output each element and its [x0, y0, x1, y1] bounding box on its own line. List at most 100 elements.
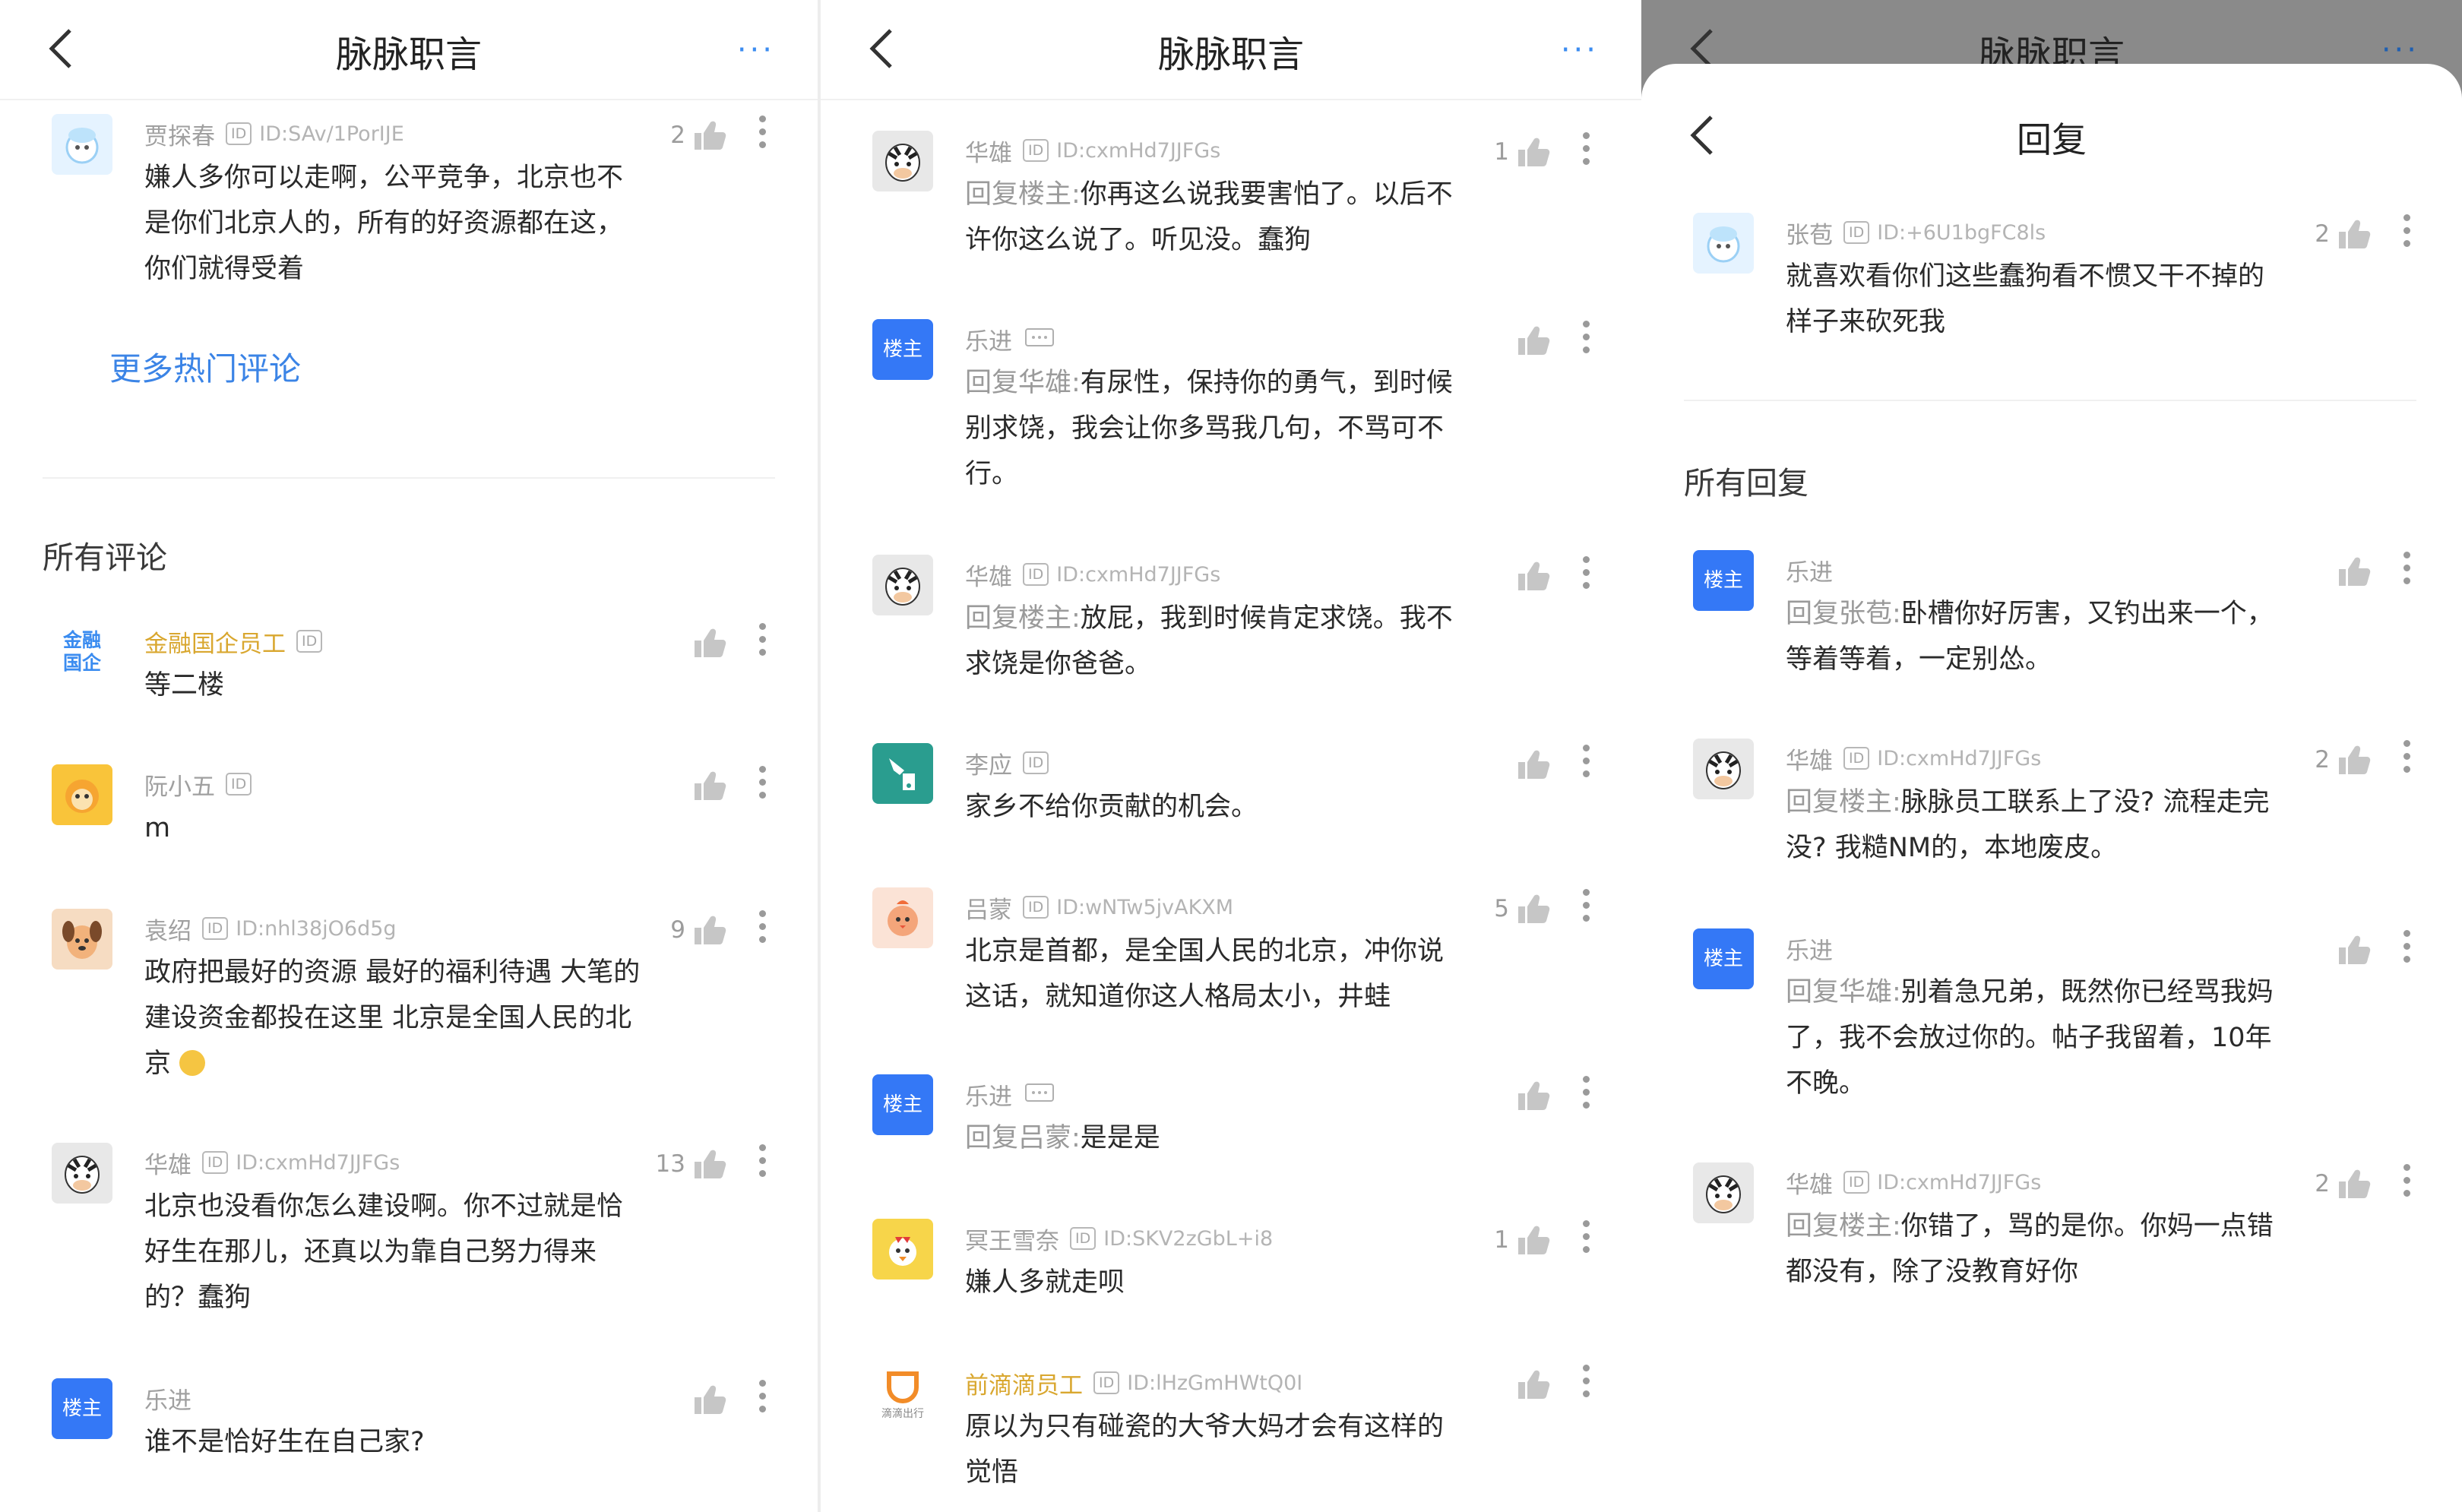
author-name[interactable]: 乐进	[965, 1077, 1012, 1112]
author-name[interactable]: 阮小五	[144, 767, 215, 802]
author-name[interactable]: 华雄	[1786, 742, 1833, 776]
more-dots-icon[interactable]	[757, 1144, 767, 1184]
like-count: 1	[1494, 138, 1509, 166]
avatar[interactable]	[1693, 739, 1754, 799]
author-name[interactable]: 乐进	[1786, 553, 1833, 587]
more-dots-icon[interactable]	[2401, 740, 2412, 780]
like-button[interactable]	[685, 622, 726, 664]
author-name[interactable]: 华雄	[965, 558, 1012, 592]
more-dots-icon[interactable]	[1581, 556, 1591, 596]
reply-to[interactable]: 回复华雄:	[965, 368, 1081, 398]
author-name[interactable]: 张苞	[1786, 216, 1833, 250]
like-button[interactable]: 1	[1494, 131, 1550, 173]
more-dots-icon[interactable]	[757, 766, 767, 805]
like-button[interactable]: 2	[2315, 213, 2371, 255]
more-dots-icon[interactable]	[1581, 745, 1591, 784]
thumbs-up-icon	[695, 1150, 726, 1178]
author-name[interactable]: 前滴滴员工	[965, 1366, 1083, 1400]
more-options-icon[interactable]: ···	[1561, 35, 1599, 65]
like-button[interactable]	[2330, 550, 2371, 593]
host-avatar[interactable]: 楼主	[1693, 550, 1754, 611]
more-dots-icon[interactable]	[1581, 889, 1591, 928]
like-button[interactable]	[1509, 743, 1550, 786]
avatar[interactable]	[1693, 213, 1754, 274]
comment-text: 北京是首都，是全国人民的北京，冲你说这话，就知道你这人格局太小，井蛙	[965, 936, 1445, 1012]
author-name[interactable]: 贾探春	[144, 117, 215, 151]
like-button[interactable]: 5	[1494, 887, 1550, 930]
reply-to[interactable]: 回复华雄:	[1786, 977, 1901, 1007]
reply-to[interactable]: 回复吕蒙:	[965, 1123, 1081, 1153]
nav-bar: 脉脉职言 ···	[0, 0, 818, 100]
more-hot-comments-link[interactable]: 更多热门评论	[0, 343, 410, 390]
author-name[interactable]: 乐进	[965, 322, 1012, 356]
more-dots-icon[interactable]	[2401, 930, 2412, 970]
avatar[interactable]	[52, 764, 112, 825]
id-badge: ID	[226, 122, 252, 145]
host-avatar[interactable]: 楼主	[1693, 928, 1754, 989]
author-name[interactable]: 吕蒙	[965, 890, 1012, 925]
author-name[interactable]: 金融国企员工	[144, 625, 286, 659]
like-button[interactable]	[1509, 555, 1550, 597]
like-button[interactable]: 2	[670, 114, 726, 157]
more-dots-icon[interactable]	[1581, 1220, 1591, 1260]
more-dots-icon[interactable]	[757, 1380, 767, 1419]
like-button[interactable]: 9	[670, 909, 726, 951]
like-button[interactable]: 2	[2315, 1162, 2371, 1205]
reply-to[interactable]: 回复楼主:	[965, 179, 1081, 210]
avatar[interactable]	[872, 743, 933, 804]
author-name[interactable]: 华雄	[1786, 1166, 1833, 1200]
author-name[interactable]: 冥王雪奈	[965, 1222, 1059, 1256]
avatar[interactable]	[52, 909, 112, 970]
author-name[interactable]: 华雄	[965, 134, 1012, 168]
author-name[interactable]: 乐进	[1786, 932, 1833, 966]
like-button[interactable]	[1509, 1074, 1550, 1117]
like-button[interactable]	[685, 1378, 726, 1421]
host-avatar[interactable]: 楼主	[872, 1074, 933, 1135]
more-dots-icon[interactable]	[757, 910, 767, 950]
more-dots-icon[interactable]	[1581, 132, 1591, 172]
avatar-text: 国企	[62, 652, 101, 674]
comment-text: 回复吕蒙:是是是	[965, 1115, 1467, 1161]
author-name[interactable]: 袁绍	[144, 912, 191, 946]
author-name[interactable]: 华雄	[144, 1146, 191, 1180]
avatar[interactable]: 金融 国企	[52, 622, 112, 682]
like-button[interactable]: 1	[1494, 1219, 1550, 1261]
author-name[interactable]: 乐进	[144, 1381, 191, 1416]
more-options-icon[interactable]: ···	[737, 35, 775, 65]
like-button[interactable]	[1509, 1363, 1550, 1406]
like-button[interactable]: 2	[2315, 739, 2371, 781]
avatar[interactable]	[872, 887, 933, 948]
more-dots-icon[interactable]	[1581, 1365, 1591, 1404]
comment-text: 嫌人多就走呗	[965, 1267, 1125, 1298]
avatar[interactable]	[872, 1219, 933, 1280]
like-button[interactable]: 13	[656, 1143, 726, 1185]
avatar[interactable]	[1693, 1162, 1754, 1223]
reply-to[interactable]: 回复楼主:	[1786, 787, 1901, 818]
reply-to[interactable]: 回复楼主:	[1786, 1211, 1901, 1242]
host-avatar[interactable]: 楼主	[872, 319, 933, 380]
avatar[interactable]: 滴滴出行	[872, 1363, 933, 1424]
host-avatar[interactable]: 楼主	[52, 1378, 112, 1439]
author-name[interactable]: 李应	[965, 746, 1012, 780]
more-dots-icon[interactable]	[1581, 1076, 1591, 1115]
like-button[interactable]	[1509, 319, 1550, 362]
more-dots-icon[interactable]	[1581, 321, 1591, 360]
id-badge: ID	[202, 1151, 229, 1174]
avatar[interactable]	[52, 114, 112, 175]
reply-to[interactable]: 回复楼主:	[965, 603, 1081, 634]
avatar[interactable]	[872, 555, 933, 615]
like-button[interactable]	[2330, 928, 2371, 971]
more-dots-icon[interactable]	[2401, 552, 2412, 591]
reply-to[interactable]: 回复张苞:	[1786, 599, 1901, 629]
comment-text-content: 政府把最好的资源 最好的福利待遇 大笔的建设资金都投在这里 北京是全国人民的北京	[144, 957, 641, 1079]
avatar[interactable]	[872, 131, 933, 191]
user-id: ID:cxmHd7JJFGs	[1056, 138, 1221, 163]
more-dots-icon[interactable]	[757, 115, 767, 155]
more-dots-icon[interactable]	[2401, 1164, 2412, 1204]
divider	[1684, 400, 2416, 401]
like-button[interactable]	[685, 764, 726, 807]
more-dots-icon[interactable]	[757, 623, 767, 663]
avatar[interactable]	[52, 1143, 112, 1204]
more-dots-icon[interactable]	[2401, 214, 2412, 254]
comments-panel-2: 脉脉职言 ··· 华雄 ID ID:cxmHd7JJFGs 回复楼主:你再这么说我要…	[821, 0, 1641, 1512]
